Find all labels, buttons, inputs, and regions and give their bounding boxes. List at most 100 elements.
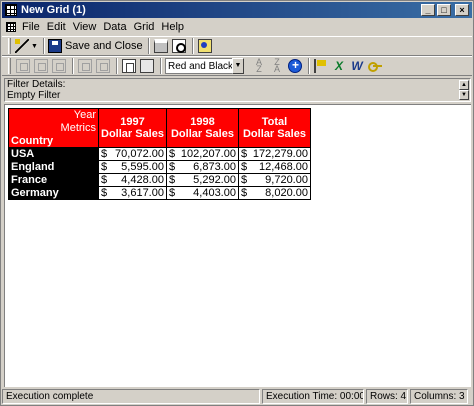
dropdown-arrow-icon: ▼	[31, 42, 38, 50]
graph-view-button[interactable]	[197, 38, 213, 54]
disabled-tool-3	[51, 58, 67, 74]
grid-cell[interactable]: $4,403.00	[165, 186, 239, 200]
cell-value: 5,595.00	[121, 161, 164, 173]
copy-icon	[122, 59, 136, 73]
menu-view[interactable]: View	[73, 21, 97, 33]
toolbar-separator	[191, 38, 194, 54]
print-preview-button[interactable]	[171, 38, 187, 54]
disabled-tool-2	[33, 58, 49, 74]
grid-toolbar: Red and Black ▼ AZ ZA X W	[2, 56, 472, 76]
grid-cell[interactable]: $12,468.00	[237, 160, 311, 174]
disabled-tool-icon	[16, 59, 30, 73]
grid-cell[interactable]: $102,207.00	[165, 147, 239, 161]
column-header-total[interactable]: Total Dollar Sales	[237, 108, 311, 148]
disabled-tool-1	[15, 58, 31, 74]
maximize-button[interactable]: □	[437, 4, 451, 16]
filter-details-panel: Filter Details: Empty Filter ▲ ▼	[4, 78, 471, 102]
year-label: Year	[73, 109, 96, 121]
metrics-label: Metrics	[60, 122, 96, 134]
toolbar-grip[interactable]	[8, 38, 11, 54]
menu-bar: File Edit View Data Grid Help	[2, 19, 472, 35]
row-header-usa[interactable]: USA	[8, 147, 99, 161]
menu-file[interactable]: File	[22, 21, 40, 33]
grid-app-icon	[5, 4, 17, 16]
menu-help[interactable]: Help	[161, 21, 184, 33]
disabled-tool-icon	[78, 59, 92, 73]
currency-symbol: $	[240, 161, 248, 173]
table-row: France $4,428.00 $5,292.00 $9,720.00	[8, 173, 311, 187]
toolbar-separator	[160, 58, 162, 74]
grid-cell[interactable]: $6,873.00	[165, 160, 239, 174]
save-and-close-button[interactable]: Save and Close	[47, 38, 143, 54]
disabled-tool-5	[95, 58, 111, 74]
grid-cell[interactable]: $4,428.00	[98, 173, 167, 187]
copy-button[interactable]	[121, 58, 137, 74]
notes-button[interactable]	[139, 58, 155, 74]
toolbar-separator	[42, 38, 45, 54]
grid-cell[interactable]: $9,720.00	[237, 173, 311, 187]
window-title: New Grid (1)	[21, 4, 86, 16]
filter-details-value: Empty Filter	[7, 90, 61, 101]
grid-header-row: Year Metrics Country 1997 Dollar Sales 1…	[8, 108, 311, 148]
grid-style-select[interactable]: Red and Black ▼	[165, 58, 244, 74]
sort-descending-icon: ZA	[273, 57, 280, 74]
cell-value: 5,292.00	[193, 174, 236, 186]
scroll-down-icon[interactable]: ▼	[459, 90, 469, 100]
grid-cell[interactable]: $3,617.00	[98, 186, 167, 200]
column-header-1998[interactable]: 1998 Dollar Sales	[165, 108, 239, 148]
print-button[interactable]	[153, 38, 169, 54]
grid-window: New Grid (1) _ □ × File Edit View Data G…	[0, 0, 474, 406]
currency-symbol: $	[168, 148, 176, 160]
toolbar-grip[interactable]	[8, 58, 11, 74]
row-header-france[interactable]: France	[8, 173, 99, 187]
currency-symbol: $	[168, 174, 176, 186]
printer-icon	[153, 39, 168, 53]
add-button[interactable]	[287, 58, 303, 74]
column-header-1997[interactable]: 1997 Dollar Sales	[98, 108, 167, 148]
grid-cell[interactable]: $5,292.00	[165, 173, 239, 187]
country-label: Country	[11, 135, 54, 147]
status-bar: Execution complete Execution Time: 00:00…	[2, 389, 472, 405]
disabled-tool-4	[77, 58, 93, 74]
column-header-bottom: Dollar Sales	[101, 128, 164, 140]
export-word-button[interactable]: W	[349, 58, 365, 74]
grid-cell[interactable]: $70,072.00	[98, 147, 167, 161]
scroll-up-icon[interactable]: ▲	[459, 80, 469, 90]
filter-details-heading: Filter Details:	[7, 79, 66, 90]
chevron-down-icon[interactable]: ▼	[232, 58, 244, 74]
row-header-england[interactable]: England	[8, 160, 99, 174]
floppy-disk-icon	[47, 39, 62, 53]
menu-grid[interactable]: Grid	[134, 21, 155, 33]
row-header-germany[interactable]: Germany	[8, 186, 99, 200]
currency-symbol: $	[101, 148, 108, 160]
document-system-icon[interactable]	[6, 22, 16, 32]
toolbar-separator	[308, 58, 310, 74]
print-preview-icon	[171, 39, 186, 53]
status-rows: Rows: 4	[366, 389, 408, 404]
standard-toolbar: ▼ Save and Close	[2, 36, 472, 56]
currency-symbol: $	[168, 187, 176, 199]
column-header-top: 1998	[190, 116, 215, 128]
currency-symbol: $	[240, 174, 248, 186]
grid-cell[interactable]: $8,020.00	[237, 186, 311, 200]
menu-data[interactable]: Data	[103, 21, 126, 33]
close-button[interactable]: ×	[455, 4, 469, 16]
menu-edit[interactable]: Edit	[47, 21, 66, 33]
minimize-button[interactable]: _	[421, 4, 435, 16]
grid-cell[interactable]: $5,595.00	[98, 160, 167, 174]
cell-value: 9,720.00	[265, 174, 308, 186]
export-excel-button[interactable]: X	[331, 58, 347, 74]
flag-button[interactable]	[313, 58, 329, 74]
disabled-tool-icon	[52, 59, 66, 73]
cell-value: 3,617.00	[121, 187, 164, 199]
toolbar-separator	[147, 38, 150, 54]
cell-value: 6,873.00	[193, 161, 236, 173]
cell-value: 12,468.00	[259, 161, 308, 173]
title-bar: New Grid (1) _ □ ×	[2, 2, 472, 18]
grid-cell[interactable]: $172,279.00	[237, 147, 311, 161]
column-header-top: 1997	[120, 116, 145, 128]
wizard-button[interactable]: ▼	[15, 38, 38, 54]
sort-ascending-icon: AZ	[255, 57, 262, 74]
key-button[interactable]	[367, 58, 383, 74]
table-row: Germany $3,617.00 $4,403.00 $8,020.00	[8, 186, 311, 200]
